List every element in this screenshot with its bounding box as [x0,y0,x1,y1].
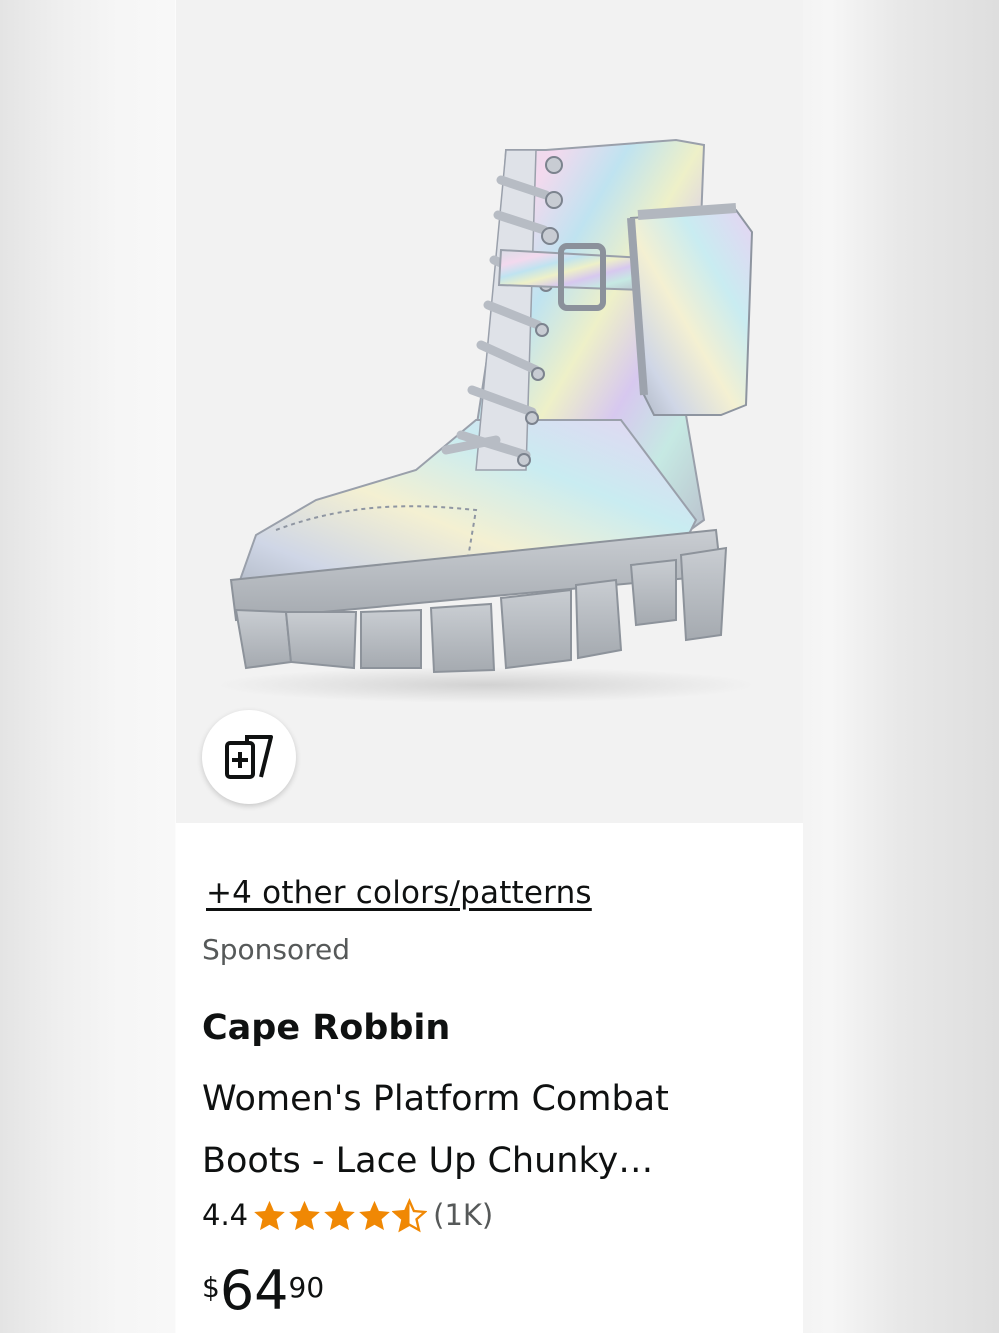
product-info: +4 other colors/patterns Sponsored Cape … [176,823,803,1333]
rating-row[interactable]: 4.4 (1K) [202,1195,493,1235]
boot-image [216,138,756,703]
star-rating[interactable] [252,1197,428,1233]
rating-value: 4.4 [202,1198,249,1232]
brand-name: Cape Robbin [202,1008,451,1048]
price-fraction: 90 [288,1271,325,1304]
star-full-icon [359,1200,390,1230]
product-image[interactable] [176,0,803,823]
other-colors-link[interactable]: +4 other colors/patterns [206,875,592,911]
price-symbol: $ [202,1271,220,1304]
product-card[interactable]: +4 other colors/patterns Sponsored Cape … [176,0,803,1333]
review-count[interactable]: (1K) [433,1198,493,1232]
add-to-compare-button[interactable] [202,710,296,804]
price: $ 64 90 [202,1263,324,1319]
add-to-compare-icon [225,735,273,779]
price-whole: 64 [219,1259,289,1322]
star-full-icon [254,1200,285,1230]
page: +4 other colors/patterns Sponsored Cape … [0,0,999,1333]
star-full-icon [324,1200,355,1230]
product-title-line-1: Women's Platform Combat [202,1079,669,1119]
product-title-link[interactable]: Women's Platform Combat Boots - Lace Up … [202,1068,762,1192]
star-full-icon [289,1200,320,1230]
product-title-line-2: Boots - Lace Up Chunky… [202,1141,654,1181]
star-half-icon [392,1197,428,1232]
sponsored-label: Sponsored [202,933,351,966]
